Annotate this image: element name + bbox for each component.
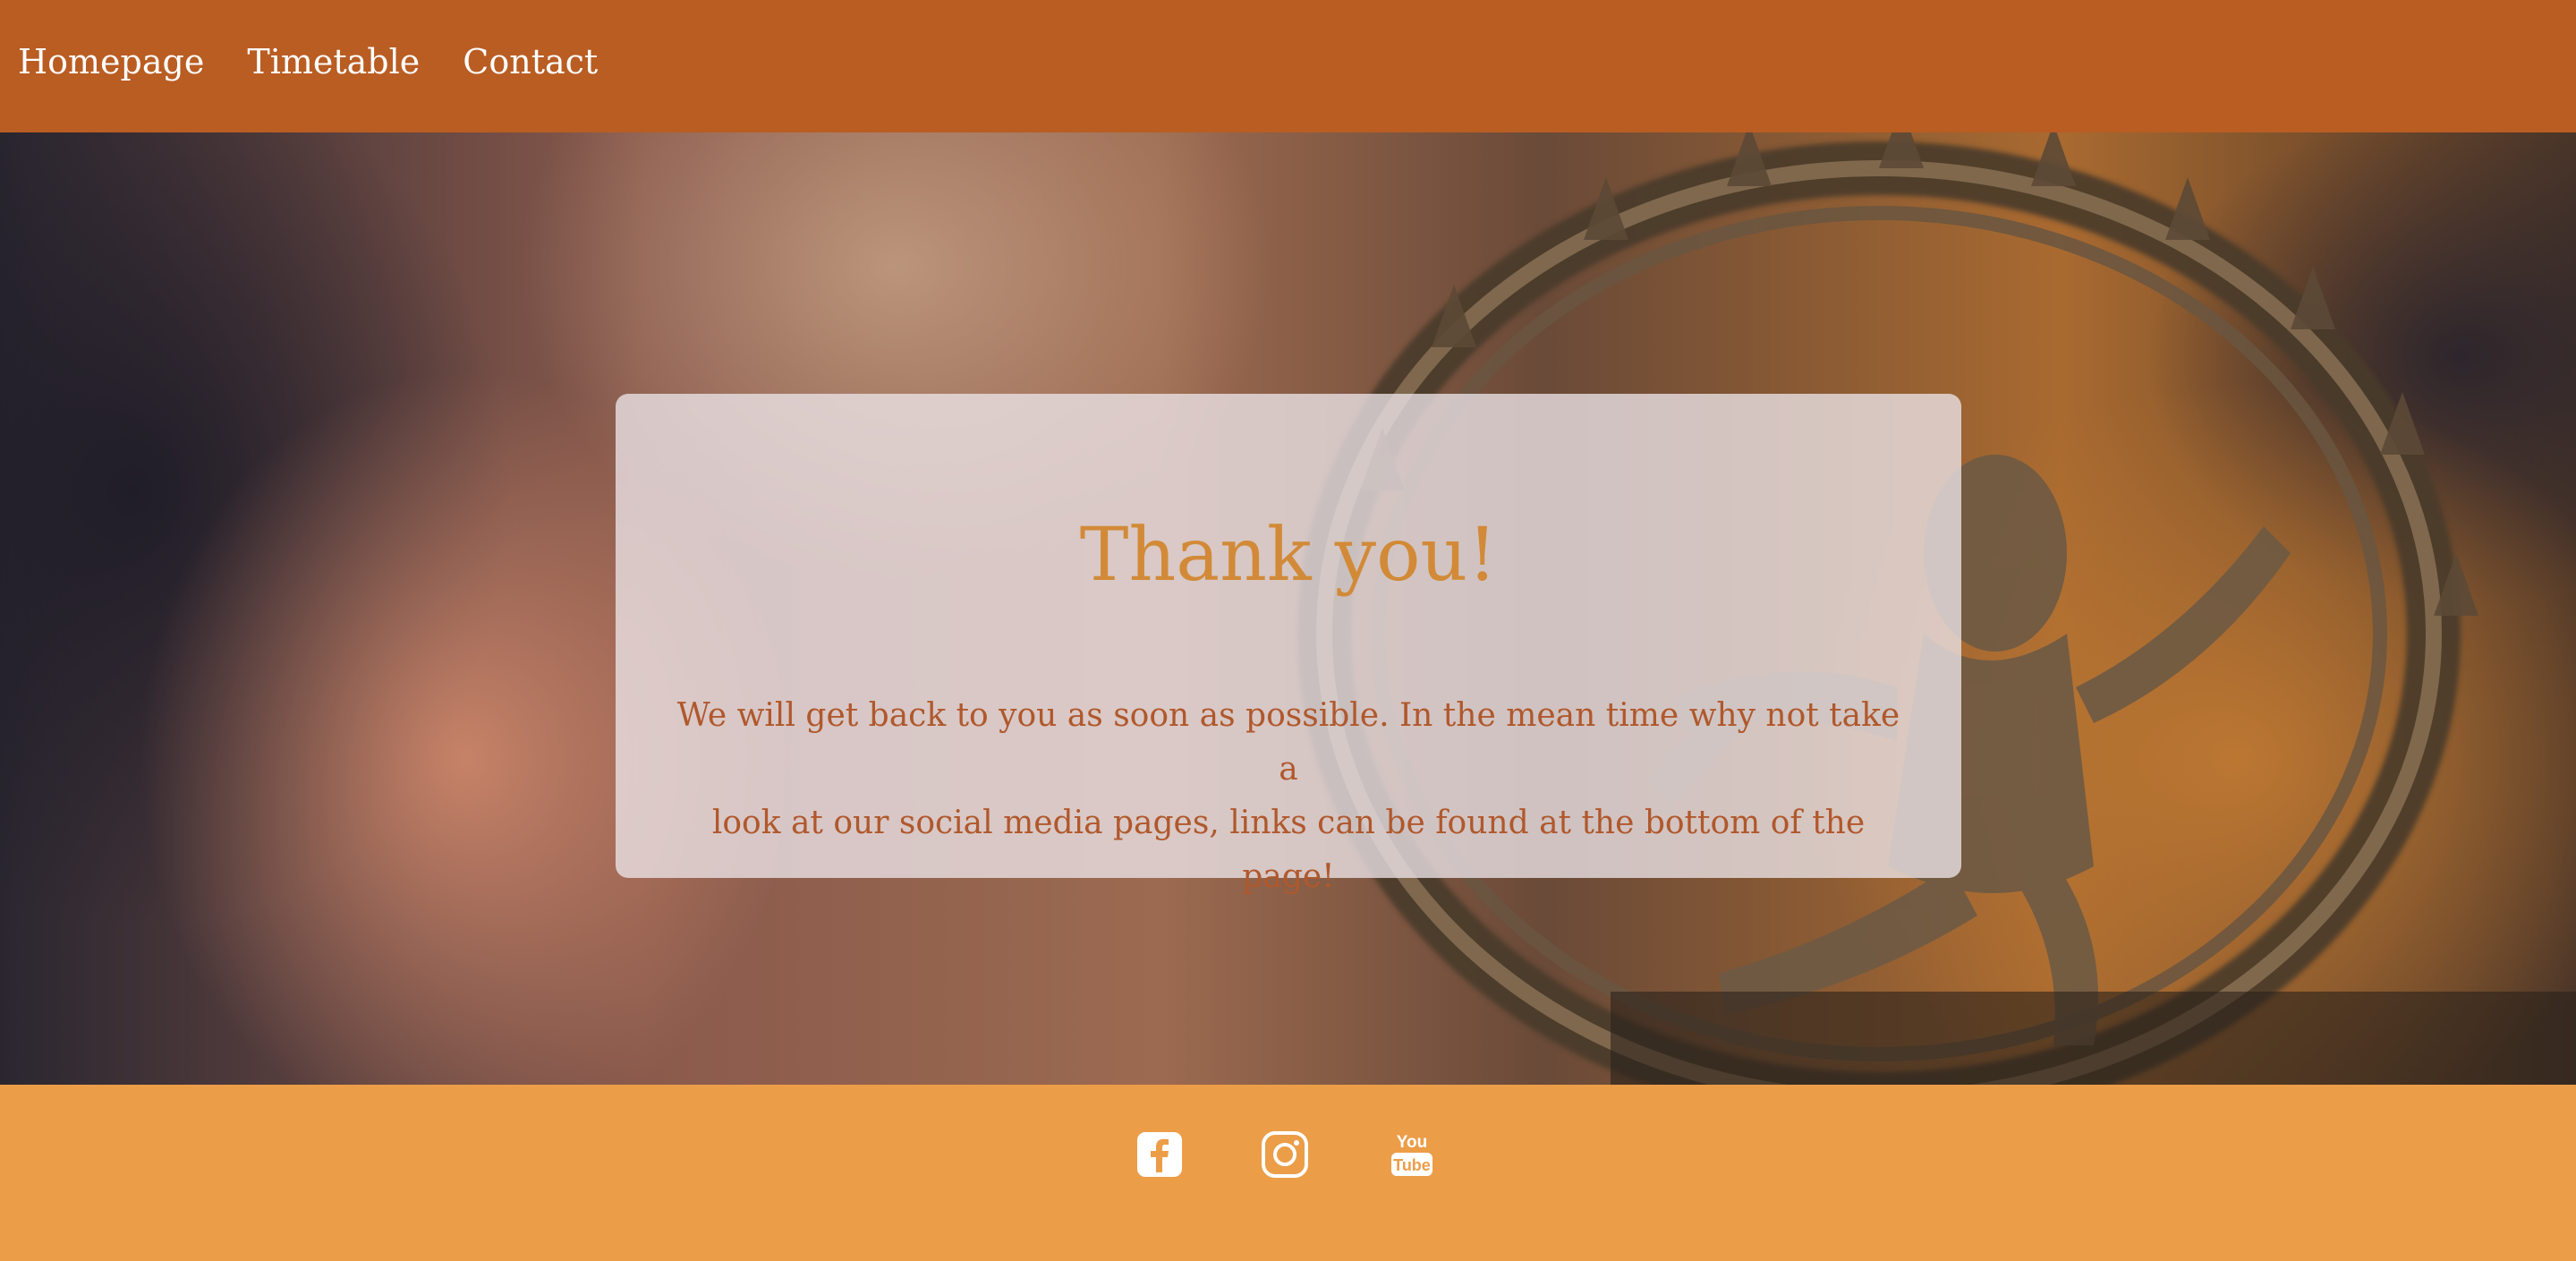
nav-link-homepage[interactable]: Homepage — [18, 42, 204, 90]
thank-you-title: Thank you! — [1079, 513, 1498, 598]
footer: You Tube — [0, 1085, 2576, 1261]
top-nav: Homepage Timetable Contact — [0, 0, 2576, 132]
instagram-link[interactable] — [1260, 1129, 1310, 1180]
instagram-icon — [1262, 1131, 1308, 1178]
facebook-link[interactable] — [1135, 1129, 1185, 1180]
thank-you-message: We will get back to you as soon as possi… — [669, 689, 1908, 904]
thank-you-card: Thank you! We will get back to you as so… — [616, 394, 1961, 895]
thank-you-message-line-2: look at our social media pages, links ca… — [711, 805, 1866, 895]
youtube-link[interactable]: You Tube — [1387, 1129, 1437, 1180]
facebook-icon — [1137, 1132, 1182, 1177]
youtube-icon: You Tube — [1391, 1133, 1433, 1176]
hero-background: Thank you! We will get back to you as so… — [0, 132, 2576, 1085]
nav-link-contact[interactable]: Contact — [463, 42, 598, 90]
nav-link-timetable[interactable]: Timetable — [247, 42, 420, 90]
svg-text:You: You — [1397, 1133, 1427, 1152]
thank-you-message-line-1: We will get back to you as soon as possi… — [676, 697, 1900, 788]
svg-text:Tube: Tube — [1393, 1156, 1431, 1174]
